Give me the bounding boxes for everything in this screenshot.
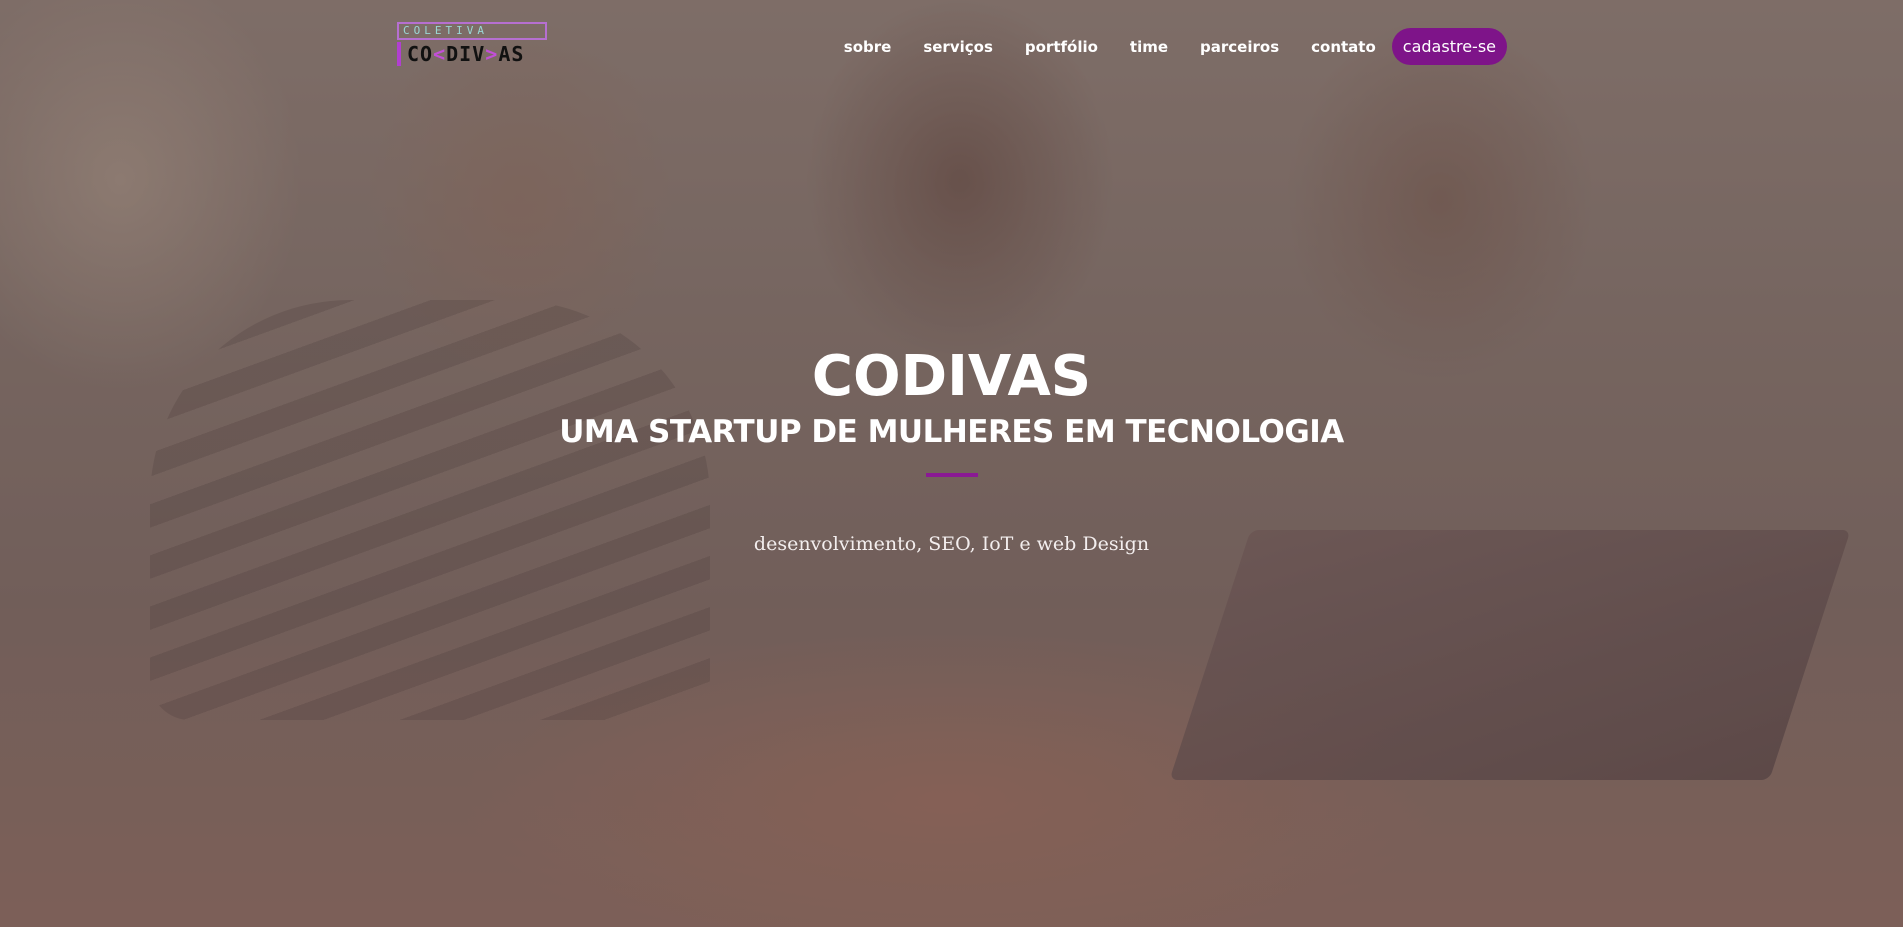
nav-link-parceiros[interactable]: parceiros [1184, 30, 1295, 64]
logo-bracket-left: < [433, 42, 447, 66]
logo-middle: DIV [446, 42, 486, 66]
hero-title: CODIVAS [811, 344, 1092, 409]
nav-link-servicos[interactable]: serviços [907, 30, 1009, 64]
signup-button[interactable]: cadastre-se [1391, 28, 1507, 65]
nav-link-sobre[interactable]: sobre [828, 30, 908, 64]
logo-prefix: CO [407, 42, 434, 66]
hero-section: COLETIVA CO<DIV>AS sobre serviços portfó… [0, 0, 1903, 927]
hero-content: CODIVAS UMA STARTUP DE MULHERES EM TECNO… [0, 344, 1903, 555]
logo-suffix: AS [498, 42, 525, 66]
nav-link-portfolio[interactable]: portfólio [1009, 30, 1114, 64]
nav-link-contato[interactable]: contato [1295, 30, 1392, 64]
hero-divider [925, 473, 978, 477]
logo-wordmark: CO<DIV>AS [397, 42, 559, 66]
logo-top-text: COLETIVA [397, 22, 547, 40]
nav-link-time[interactable]: time [1114, 30, 1184, 64]
site-logo[interactable]: COLETIVA CO<DIV>AS [397, 22, 559, 72]
logo-bracket-right: > [485, 42, 499, 66]
hero-tagline: desenvolvimento, SEO, IoT e web Design [753, 533, 1150, 555]
main-nav: sobre serviços portfólio time parceiros … [828, 28, 1507, 65]
hero-subtitle: UMA STARTUP DE MULHERES EM TECNOLOGIA [559, 414, 1344, 450]
